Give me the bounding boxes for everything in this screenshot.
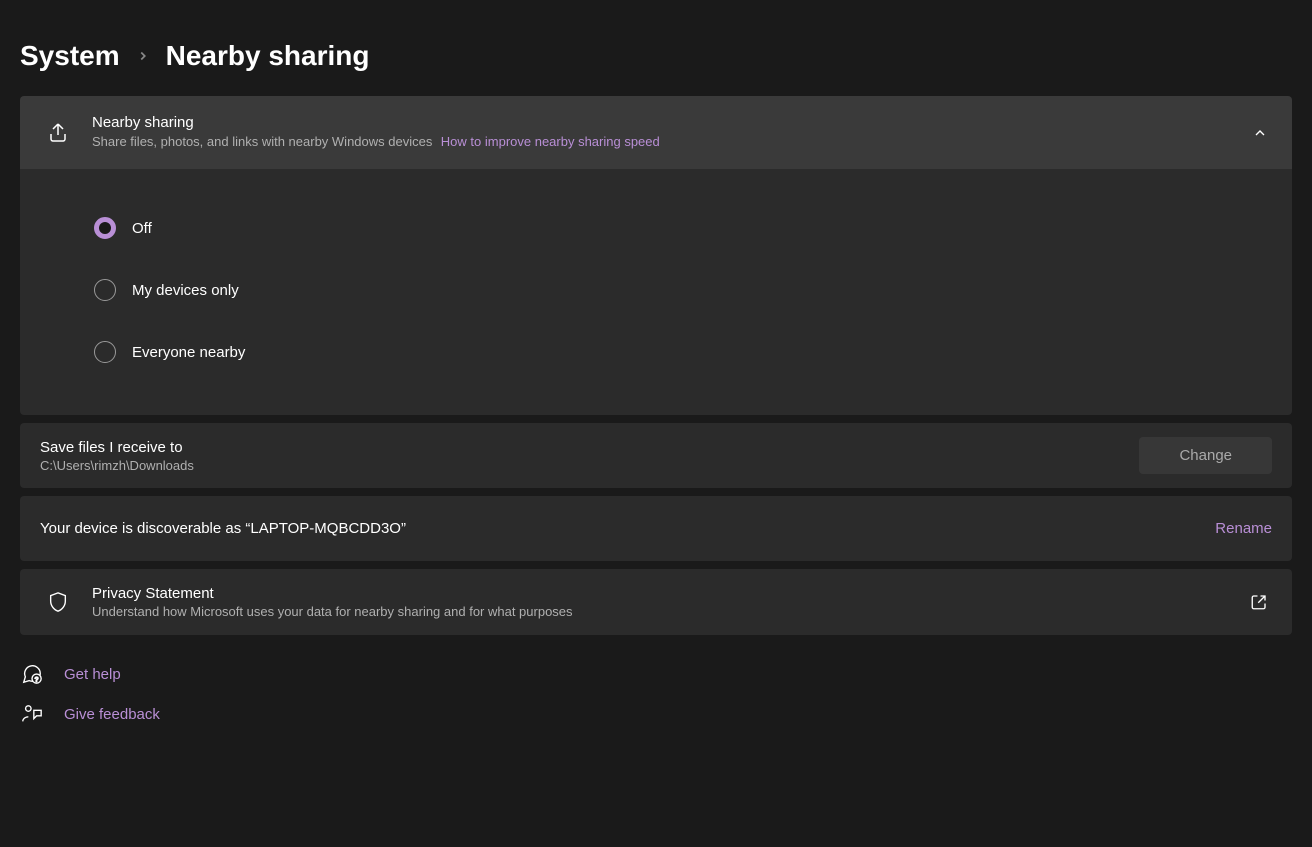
change-button[interactable]: Change (1139, 437, 1272, 474)
external-link-icon (1250, 593, 1268, 611)
breadcrumb: System Nearby sharing (20, 40, 1292, 72)
nearby-sharing-options: Off My devices only Everyone nearby (20, 169, 1292, 415)
chevron-up-icon[interactable] (1252, 125, 1268, 141)
give-feedback-label: Give feedback (64, 706, 160, 723)
nearby-sharing-title: Nearby sharing (92, 114, 1232, 131)
save-files-title: Save files I receive to (40, 439, 194, 456)
radio-label: Everyone nearby (132, 344, 245, 361)
share-icon (44, 121, 72, 145)
device-discoverable-text: Your device is discoverable as “LAPTOP-M… (40, 520, 406, 537)
get-help-link[interactable]: ? Get help (20, 663, 1292, 685)
radio-indicator (94, 279, 116, 301)
chevron-right-icon (136, 49, 150, 63)
svg-text:?: ? (35, 676, 39, 683)
radio-indicator (94, 217, 116, 239)
feedback-icon (20, 703, 44, 725)
breadcrumb-current: Nearby sharing (166, 40, 370, 72)
save-files-card: Save files I receive to C:\Users\rimzh\D… (20, 423, 1292, 488)
privacy-title: Privacy Statement (92, 585, 1230, 602)
radio-indicator (94, 341, 116, 363)
breadcrumb-parent[interactable]: System (20, 40, 120, 72)
rename-link[interactable]: Rename (1215, 520, 1272, 537)
privacy-subtitle: Understand how Microsoft uses your data … (92, 604, 1230, 619)
radio-label: Off (132, 220, 152, 237)
help-icon: ? (20, 663, 44, 685)
radio-label: My devices only (132, 282, 239, 299)
give-feedback-link[interactable]: Give feedback (20, 703, 1292, 725)
nearby-sharing-subtitle: Share files, photos, and links with near… (92, 134, 432, 149)
device-name-card: Your device is discoverable as “LAPTOP-M… (20, 496, 1292, 561)
nearby-sharing-header[interactable]: Nearby sharing Share files, photos, and … (20, 96, 1292, 169)
shield-icon (44, 591, 72, 613)
radio-off[interactable]: Off (44, 197, 1268, 259)
nearby-sharing-help-link[interactable]: How to improve nearby sharing speed (441, 134, 660, 149)
save-files-path: C:\Users\rimzh\Downloads (40, 458, 194, 473)
radio-everyone-nearby[interactable]: Everyone nearby (44, 321, 1268, 383)
privacy-statement-card[interactable]: Privacy Statement Understand how Microso… (20, 569, 1292, 635)
get-help-label: Get help (64, 666, 121, 683)
radio-my-devices-only[interactable]: My devices only (44, 259, 1268, 321)
